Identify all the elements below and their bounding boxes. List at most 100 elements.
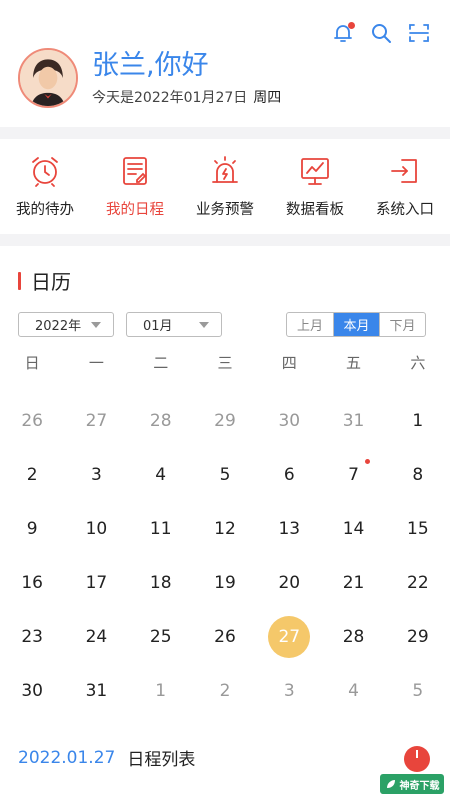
schedule-note-icon: [123, 157, 147, 185]
calendar-day[interactable]: 31: [321, 394, 385, 448]
data-board-icon: [301, 158, 329, 185]
alarm-light-icon: [212, 156, 238, 183]
calendar-day[interactable]: 26: [0, 394, 64, 448]
calendar-day[interactable]: 29: [193, 394, 257, 448]
quick-action-warning[interactable]: 业务预警: [180, 154, 270, 219]
calendar-day[interactable]: 28: [129, 394, 193, 448]
calendar-day-number: 22: [407, 573, 429, 593]
quick-action-schedule[interactable]: 我的日程: [90, 154, 180, 219]
calendar-day[interactable]: 18: [129, 556, 193, 610]
calendar-day-number: 23: [21, 627, 43, 647]
calendar-day-number: 4: [155, 465, 167, 485]
calendar-day[interactable]: 12: [193, 502, 257, 556]
chevron-down-icon: [199, 321, 209, 328]
calendar-day-number: 18: [149, 573, 172, 593]
weekday-label: 四: [281, 354, 297, 372]
calendar-day[interactable]: 9: [0, 502, 64, 556]
calendar-day[interactable]: 8: [386, 448, 450, 502]
calendar-day[interactable]: 13: [257, 502, 321, 556]
calendar-day[interactable]: 14: [321, 502, 385, 556]
quick-action-todo[interactable]: 我的待办: [0, 154, 90, 219]
calendar-day[interactable]: 19: [193, 556, 257, 610]
calendar-day[interactable]: 22: [386, 556, 450, 610]
greeting-title: 张兰,你好: [92, 50, 209, 81]
month-select[interactable]: 01月: [126, 312, 222, 337]
calendar-day-number: 27: [85, 411, 108, 431]
calendar-day-today[interactable]: 27: [257, 610, 321, 664]
calendar-day[interactable]: 30: [257, 394, 321, 448]
calendar-day[interactable]: 2: [0, 448, 64, 502]
calendar-day[interactable]: 11: [129, 502, 193, 556]
calendar-day[interactable]: 17: [64, 556, 128, 610]
calendar-day[interactable]: 25: [129, 610, 193, 664]
calendar-day[interactable]: 6: [257, 448, 321, 502]
year-select[interactable]: 2022年: [18, 312, 114, 337]
alarm-clock-icon: [32, 157, 58, 187]
chevron-down-icon: [91, 321, 101, 328]
calendar-day[interactable]: 23: [0, 610, 64, 664]
quick-action-dashboard[interactable]: 数据看板: [270, 154, 360, 219]
today-date-text: 今天是2022年01月27日 周四: [92, 87, 281, 107]
calendar-day[interactable]: 30: [0, 664, 64, 718]
scan-icon[interactable]: [406, 20, 432, 46]
calendar-day-number: 8: [412, 465, 424, 485]
quick-action-system[interactable]: 系统入口: [360, 154, 450, 219]
calendar-day[interactable]: 21: [321, 556, 385, 610]
section-divider: [0, 234, 450, 246]
search-icon[interactable]: [368, 20, 394, 46]
schedule-title: 日程列表: [127, 750, 196, 770]
calendar-day[interactable]: 28: [321, 610, 385, 664]
section-accent-bar: [18, 271, 21, 290]
month-switcher: 上月 本月 下月: [286, 312, 426, 337]
calendar-day[interactable]: 2: [193, 664, 257, 718]
quick-action-label: 我的日程: [106, 202, 164, 218]
calendar-day[interactable]: 7: [321, 448, 385, 502]
calendar-day[interactable]: 1: [129, 664, 193, 718]
next-month-button[interactable]: 下月: [379, 313, 425, 336]
calendar-day[interactable]: 5: [193, 448, 257, 502]
calendar-day-number: 2: [219, 681, 231, 701]
weekday-label: 六: [410, 354, 426, 372]
calendar-day[interactable]: 1: [386, 394, 450, 448]
quick-action-label: 我的待办: [16, 202, 74, 218]
calendar-day[interactable]: 3: [64, 448, 128, 502]
calendar-day[interactable]: 24: [64, 610, 128, 664]
month-select-value: 01月: [143, 319, 173, 334]
calendar-day-number: 1: [155, 681, 167, 701]
calendar-day[interactable]: 5: [386, 664, 450, 718]
calendar-day[interactable]: 26: [193, 610, 257, 664]
calendar-day-number: 9: [26, 519, 38, 539]
schedule-header: 2022.01.27 日程列表: [18, 745, 196, 771]
calendar-day[interactable]: 4: [129, 448, 193, 502]
bell-icon[interactable]: [330, 20, 356, 46]
calendar-day[interactable]: 10: [64, 502, 128, 556]
calendar-day-number: 28: [342, 627, 365, 647]
calendar-day-number: 6: [283, 465, 295, 485]
date-label: 今天是2022年01月27日: [92, 90, 248, 106]
calendar-day[interactable]: 29: [386, 610, 450, 664]
event-dot: [364, 459, 370, 464]
calendar-day[interactable]: 16: [0, 556, 64, 610]
calendar-day-number: 29: [407, 627, 429, 647]
calendar-day[interactable]: 15: [386, 502, 450, 556]
weekday-label: 二: [153, 354, 169, 372]
calendar-day[interactable]: 20: [257, 556, 321, 610]
quick-actions: 我的待办 我的日程 业务预警 数据看板 系统入口: [0, 154, 450, 219]
calendar-day-number: 4: [348, 681, 359, 701]
calendar-day-number: 25: [149, 627, 172, 647]
calendar-day[interactable]: 3: [257, 664, 321, 718]
calendar-day-number: 14: [342, 519, 365, 539]
add-schedule-button[interactable]: [404, 746, 430, 772]
calendar-day[interactable]: 27: [64, 394, 128, 448]
weekday-label: 五: [346, 354, 362, 372]
current-month-button[interactable]: 本月: [333, 313, 379, 336]
calendar-day[interactable]: 4: [321, 664, 385, 718]
calendar-day-number: 27: [268, 616, 311, 658]
year-select-value: 2022年: [35, 319, 82, 334]
calendar-day-number: 26: [214, 627, 236, 647]
calendar-day-number: 21: [342, 573, 365, 593]
calendar-day-number: 31: [342, 411, 365, 431]
prev-month-button[interactable]: 上月: [287, 313, 333, 336]
avatar[interactable]: [18, 48, 78, 108]
calendar-day[interactable]: 31: [64, 664, 128, 718]
